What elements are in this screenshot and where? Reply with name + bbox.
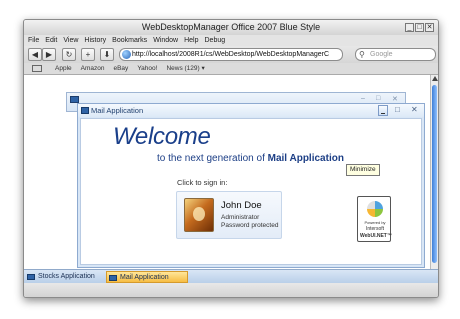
minimize-icon[interactable]: –: [361, 95, 365, 102]
user-role: Administrator: [221, 214, 260, 221]
add-bookmark-button[interactable]: +: [81, 48, 95, 61]
maximize-window-icon[interactable]: □: [415, 23, 424, 32]
menu-debug[interactable]: Debug: [205, 35, 226, 46]
menu-bookmarks[interactable]: Bookmarks: [112, 35, 147, 46]
bookmark-yahoo[interactable]: Yahoo!: [137, 63, 157, 74]
bookmark-news[interactable]: News (129) ▾: [166, 63, 204, 74]
search-input[interactable]: ⚲ Google: [355, 48, 436, 61]
plus-icon: +: [85, 50, 91, 59]
taskbar: Stocks Application Mail Application: [24, 269, 438, 283]
mail-window-titlebar[interactable]: Mail Application □ ✕: [78, 104, 424, 117]
menu-bar: File Edit View History Bookmarks Window …: [24, 35, 438, 46]
app-icon: [109, 275, 117, 281]
user-login-card[interactable]: John Doe Administrator Password protecte…: [176, 191, 282, 239]
vertical-scrollbar[interactable]: [430, 75, 438, 269]
badge-line2: Intersoft: [365, 226, 385, 232]
globe-icon: [122, 50, 131, 59]
window-controls: _ □ ✕: [405, 23, 434, 32]
taskbar-item-stocks[interactable]: Stocks Application: [25, 271, 95, 283]
subtitle-prefix: to the next generation of: [157, 153, 265, 164]
mail-window-body: Welcome to the next generation of Mail A…: [80, 118, 422, 265]
search-icon: ⚲: [359, 50, 365, 59]
navigation-toolbar: ◀ ▶ ↻ + ⬇ http://localhost/2008R1/cs/Web…: [24, 46, 438, 63]
close-icon[interactable]: ✕: [392, 95, 398, 103]
mail-app-icon: [81, 107, 89, 114]
maximize-icon[interactable]: □: [376, 95, 380, 102]
taskbar-item-mail[interactable]: Mail Application: [106, 271, 188, 283]
status-bar: [24, 283, 438, 297]
password-status: Password protected: [221, 222, 279, 229]
book-icon[interactable]: [32, 65, 42, 72]
powered-by-badge: Powered by Intersoft WebUI.NET™: [357, 196, 392, 242]
sign-in-prompt: Click to sign in:: [177, 178, 228, 187]
browser-window: WebDesktopManager Office 2007 Blue Style…: [23, 19, 439, 298]
reload-button[interactable]: ↻: [62, 48, 76, 61]
menu-view[interactable]: View: [63, 35, 78, 46]
scroll-up-arrow-icon[interactable]: [432, 76, 438, 81]
menu-window[interactable]: Window: [153, 35, 178, 46]
badge-line1: Powered by: [364, 220, 386, 225]
taskbar-item-label: Mail Application: [120, 274, 169, 281]
welcome-heading: Welcome: [113, 123, 211, 150]
badge-line3: WebUI.NET™: [360, 233, 392, 239]
taskbar-item-label: Stocks Application: [38, 273, 95, 280]
url-text: http://localhost/2008R1/cs/WebDesktop/We…: [132, 51, 330, 58]
mail-application-window: Mail Application □ ✕ Welcome to the next…: [77, 103, 425, 268]
menu-edit[interactable]: Edit: [45, 35, 57, 46]
minimize-window-icon[interactable]: _: [405, 23, 414, 32]
menu-history[interactable]: History: [84, 35, 106, 46]
bookmarks-bar: Apple Amazon eBay Yahoo! News (129) ▾: [24, 63, 438, 75]
menu-file[interactable]: File: [28, 35, 39, 46]
user-name: John Doe: [221, 200, 262, 211]
close-icon[interactable]: ✕: [411, 104, 418, 116]
maximize-icon[interactable]: □: [395, 104, 400, 116]
avatar-shine: [193, 207, 205, 221]
browser-titlebar: WebDesktopManager Office 2007 Blue Style…: [24, 20, 438, 35]
page-content: – □ ✕ Mail Application □ ✕ Welcome to th…: [24, 75, 432, 269]
download-icon: ⬇: [103, 50, 111, 59]
back-arrow-icon: ◀: [31, 50, 39, 59]
mail-window-title: Mail Application: [91, 106, 144, 115]
intersoft-logo-icon: [367, 201, 383, 217]
close-window-icon[interactable]: ✕: [425, 23, 434, 32]
bookmark-ebay[interactable]: eBay: [113, 63, 128, 74]
forward-arrow-icon: ▶: [45, 50, 53, 59]
bookmark-amazon[interactable]: Amazon: [81, 63, 105, 74]
reload-icon: ↻: [65, 50, 73, 59]
minimize-tooltip: Minimize: [346, 164, 380, 176]
app-icon: [27, 274, 35, 280]
bookmark-apple[interactable]: Apple: [55, 63, 72, 74]
scroll-thumb[interactable]: [432, 85, 437, 263]
browser-title: WebDesktopManager Office 2007 Blue Style: [141, 22, 321, 32]
forward-button[interactable]: ▶: [42, 48, 56, 61]
back-button[interactable]: ◀: [28, 48, 42, 61]
minimize-button[interactable]: [378, 105, 388, 116]
search-placeholder: Google: [370, 51, 393, 58]
subtitle-app-name: Mail Application: [267, 153, 344, 164]
app-icon: [70, 96, 79, 103]
downloads-button[interactable]: ⬇: [100, 48, 114, 61]
menu-help[interactable]: Help: [184, 35, 198, 46]
avatar: [184, 198, 214, 232]
welcome-subtitle: to the next generation of Mail Applicati…: [157, 153, 344, 164]
address-bar[interactable]: http://localhost/2008R1/cs/WebDesktop/We…: [119, 48, 343, 61]
